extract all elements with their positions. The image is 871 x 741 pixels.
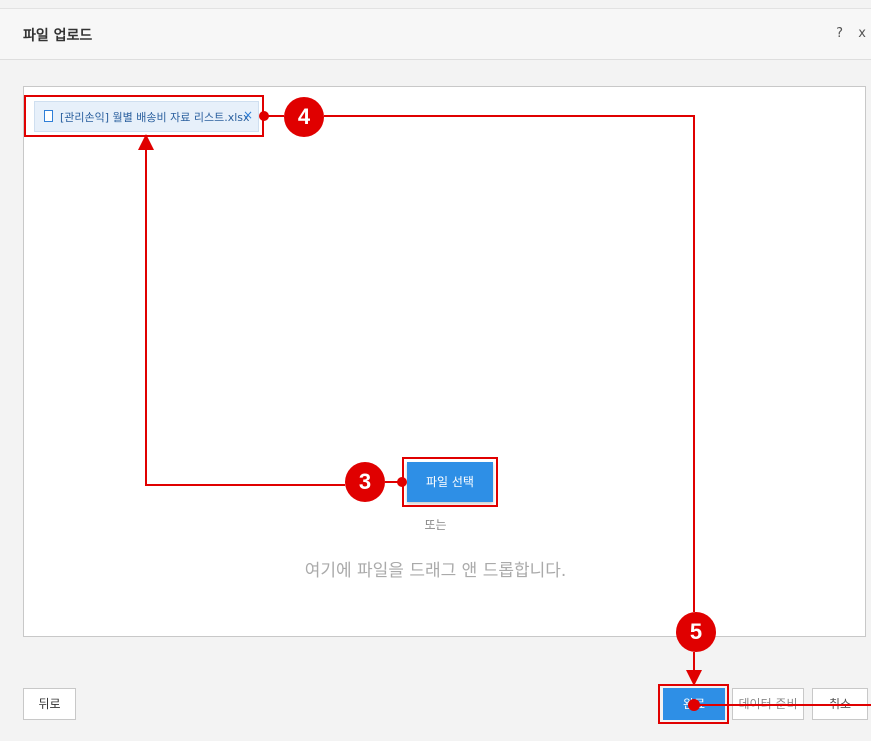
step-4-badge: 4	[284, 97, 324, 137]
annotation-arrows	[138, 111, 871, 711]
step-3-badge: 3	[345, 462, 385, 502]
step-5-badge: 5	[676, 612, 716, 652]
